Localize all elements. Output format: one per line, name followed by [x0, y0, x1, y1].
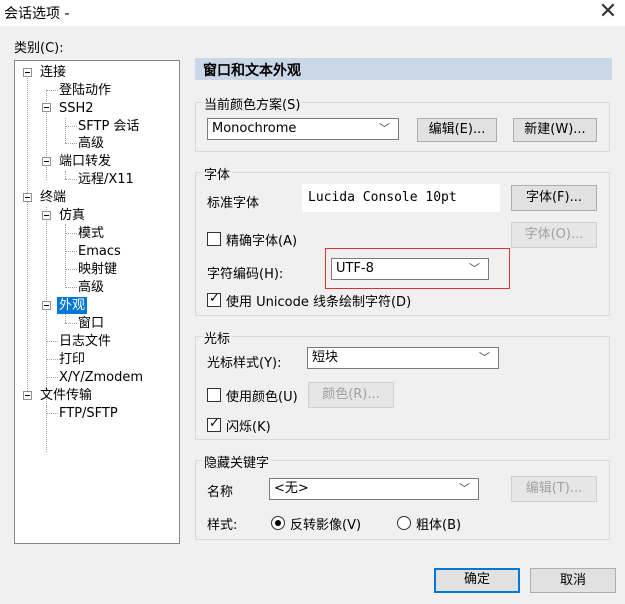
use-color-label: 使用颜色(U) [226, 390, 298, 405]
chevron-down-icon: ﹀ [379, 122, 390, 135]
keyword-style-label: 样式: [207, 518, 238, 533]
tree-item-port-forwarding[interactable]: 端口转发 [59, 153, 111, 170]
chevron-down-icon: ﹀ [479, 351, 490, 364]
collapse-icon[interactable] [42, 301, 51, 310]
precise-font-checkbox[interactable] [207, 232, 221, 246]
keyword-edit-button[interactable]: 编辑(T)... [511, 476, 597, 502]
reverse-video-label: 反转影像(V) [290, 518, 362, 533]
chevron-down-icon: ﹀ [469, 262, 480, 275]
collapse-icon[interactable] [42, 211, 51, 220]
cancel-button[interactable]: 取消 [530, 568, 616, 593]
tree-item-log-file[interactable]: 日志文件 [59, 333, 111, 350]
keyword-name-label: 名称 [207, 485, 234, 500]
precise-font-label: 精确字体(A) [226, 234, 298, 249]
tree-item-mapped-keys[interactable]: 映射键 [78, 261, 117, 278]
new-scheme-button[interactable]: 新建(W)... [513, 118, 597, 142]
encoding-label: 字符编码(H): [207, 267, 284, 282]
keyword-name-value: <无> [274, 481, 309, 496]
standard-font-display: Lucida Console 10pt [302, 184, 500, 212]
tree-item-emulation-advanced[interactable]: 高级 [78, 279, 104, 296]
tree-item-ftp-sftp[interactable]: FTP/SFTP [59, 405, 118, 422]
cursor-style-label: 光标样式(Y): [207, 356, 282, 371]
tree-item-login-actions[interactable]: 登陆动作 [59, 82, 111, 99]
encoding-select[interactable]: UTF-8 ﹀ [331, 258, 489, 280]
tree-item-appearance[interactable]: 外观 [57, 297, 88, 314]
collapse-icon[interactable] [23, 68, 32, 77]
encoding-value: UTF-8 [336, 261, 374, 276]
bold-label: 粗体(B) [416, 518, 462, 533]
tree-item-sftp-session[interactable]: SFTP 会话 [78, 118, 139, 135]
tree-item-window[interactable]: 窗口 [78, 315, 104, 332]
collapse-icon[interactable] [23, 391, 32, 400]
unicode-line-label: 使用 Unicode 线条绘制字符(D) [226, 295, 412, 310]
ok-button[interactable]: 确定 [434, 568, 520, 593]
tree-item-xyzmodem[interactable]: X/Y/Zmodem [59, 369, 143, 386]
precise-font-button[interactable]: 字体(O)... [511, 222, 597, 248]
tree-item-file-transfer[interactable]: 文件传输 [40, 387, 92, 404]
reverse-video-radio[interactable] [271, 516, 285, 530]
window-title: 会话选项 - [4, 6, 70, 22]
tree-item-ssh2[interactable]: SSH2 [59, 100, 94, 117]
standard-font-button[interactable]: 字体(F)... [511, 185, 597, 211]
color-scheme-select[interactable]: Monochrome ﹀ [207, 118, 399, 140]
bold-radio[interactable] [397, 516, 411, 530]
color-scheme-label: 当前颜色方案(S) [202, 94, 303, 113]
section-title: 窗口和文本外观 [203, 63, 301, 79]
tree-item-connection[interactable]: 连接 [40, 64, 66, 81]
title-bar: 会话选项 - ✕ [0, 0, 625, 26]
unicode-line-checkbox[interactable] [207, 291, 221, 307]
tree-item-ssh2-advanced[interactable]: 高级 [78, 135, 104, 152]
chevron-down-icon: ﹀ [459, 482, 470, 495]
standard-font-label: 标准字体 [207, 196, 260, 211]
close-icon[interactable]: ✕ [596, 0, 620, 24]
edit-scheme-button[interactable]: 编辑(E)... [417, 118, 497, 142]
collapse-icon[interactable] [42, 103, 51, 112]
blink-label: 闪烁(K) [226, 420, 271, 435]
category-tree[interactable]: 连接 登陆动作 SSH2 SFTP 会话 高级 端口转发 远程/X11 终端 仿… [14, 60, 180, 544]
tree-item-terminal[interactable]: 终端 [40, 189, 66, 206]
collapse-icon[interactable] [23, 193, 32, 202]
blink-checkbox[interactable] [207, 416, 221, 432]
category-label: 类别(C): [14, 41, 64, 56]
section-header: 窗口和文本外观 [195, 58, 612, 80]
cursor-color-button[interactable]: 颜色(R)... [308, 382, 394, 408]
tree-item-remote-x11[interactable]: 远程/X11 [78, 171, 134, 188]
cursor-group-label: 光标 [202, 328, 233, 347]
tree-item-modes[interactable]: 模式 [78, 225, 104, 242]
cursor-style-select[interactable]: 短块 ﹀ [307, 347, 499, 369]
color-scheme-value: Monochrome [212, 121, 297, 136]
tree-item-printing[interactable]: 打印 [59, 351, 85, 368]
cursor-style-value: 短块 [312, 350, 339, 365]
tree-item-emulation[interactable]: 仿真 [59, 207, 85, 224]
hidden-keyword-label: 隐藏关键字 [202, 452, 272, 471]
keyword-name-select[interactable]: <无> ﹀ [269, 478, 479, 500]
tree-item-emacs[interactable]: Emacs [78, 243, 121, 260]
font-group-label: 字体 [202, 164, 233, 183]
collapse-icon[interactable] [42, 157, 51, 166]
use-color-checkbox[interactable] [207, 388, 221, 402]
